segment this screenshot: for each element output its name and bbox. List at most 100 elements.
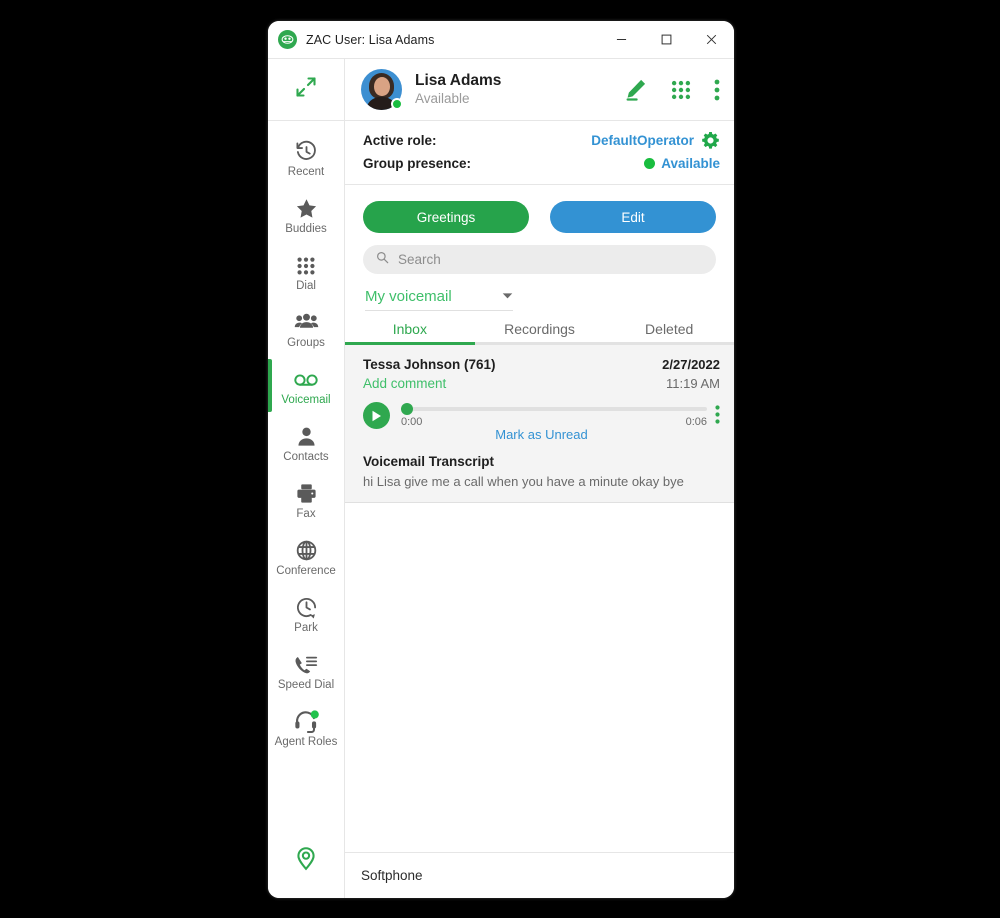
voicemail-transcript: Voicemail Transcript hi Lisa give me a c… [363, 454, 720, 490]
avatar[interactable] [361, 69, 403, 110]
status-footer: Softphone [345, 852, 734, 898]
sidebar-item-contacts[interactable]: Contacts [268, 414, 344, 471]
sidebar-item-speed-dial[interactable]: Speed Dial [268, 642, 344, 699]
minimize-button[interactable] [599, 21, 644, 59]
mark-as-unread-link[interactable]: Mark as Unread [363, 427, 720, 442]
transcript-text: hi Lisa give me a call when you have a m… [363, 474, 684, 489]
audio-progress-bar[interactable] [401, 403, 707, 415]
group-presence-label: Group presence: [363, 156, 472, 171]
audio-duration-time: 0:06 [685, 416, 707, 428]
zac-logo-icon [278, 30, 297, 49]
voicemail-icon [293, 365, 319, 391]
sidebar-footer [268, 845, 344, 898]
gear-icon[interactable] [701, 131, 720, 150]
edit-icon[interactable] [623, 77, 648, 102]
voicemail-tabs: Inbox Recordings Deleted [345, 321, 734, 345]
greetings-button[interactable]: Greetings [363, 201, 529, 233]
dialpad-icon[interactable] [670, 79, 692, 101]
sidebar-item-recent[interactable]: Recent [268, 129, 344, 186]
globe-icon [295, 536, 318, 562]
sidebar-item-buddies[interactable]: Buddies [268, 186, 344, 243]
person-icon [295, 422, 318, 448]
add-comment-link[interactable]: Add comment [363, 374, 496, 393]
voicemail-timestamp-block: 2/27/2022 11:19 AM [662, 355, 720, 393]
expand-arrows-icon[interactable] [294, 75, 318, 104]
sidebar-item-dial[interactable]: Dial [268, 243, 344, 300]
mailbox-selected-label: My voicemail [365, 287, 452, 305]
user-header: Lisa Adams Available [345, 59, 734, 121]
active-role-label: Active role: [363, 133, 437, 148]
softphone-label[interactable]: Softphone [361, 868, 423, 883]
people-group-icon [294, 308, 319, 334]
action-buttons: Greetings Edit [345, 185, 734, 233]
tabs-active-indicator [345, 342, 475, 345]
dialpad-icon [295, 251, 317, 277]
sidebar-item-label: Conference [276, 565, 336, 577]
user-name: Lisa Adams [415, 72, 502, 89]
sidebar-item-label: Dial [296, 280, 316, 292]
headset-icon [294, 707, 319, 733]
sidebar-expand-area [268, 59, 344, 121]
sidebar-item-label: Buddies [285, 223, 327, 235]
park-clock-icon [295, 593, 318, 619]
printer-fax-icon [295, 479, 318, 505]
search-input[interactable] [398, 252, 703, 267]
chevron-down-icon [502, 287, 513, 305]
voicemail-item[interactable]: Tessa Johnson (761) Add comment 2/27/202… [345, 345, 734, 503]
voicemail-time: 11:19 AM [666, 376, 720, 391]
active-role-row: Active role: DefaultOperator [363, 129, 720, 152]
sidebar-item-label: Agent Roles [274, 736, 338, 748]
audio-track-area: 0:00 0:06 [401, 402, 707, 428]
main-panel: Lisa Adams Available Active role: Defaul… [345, 59, 734, 898]
transcript-title: Voicemail Transcript [363, 454, 495, 469]
audio-progress-knob[interactable] [401, 403, 413, 415]
sidebar-item-groups[interactable]: Groups [268, 300, 344, 357]
voicemail-sender: Tessa Johnson (761) [363, 357, 496, 372]
search-area [345, 233, 734, 274]
voicemail-date: 2/27/2022 [662, 357, 720, 372]
search-icon [376, 251, 389, 269]
header-actions [623, 77, 720, 102]
presence-dot-icon [644, 158, 656, 169]
role-block: Active role: DefaultOperator Group prese… [345, 121, 734, 185]
sidebar-item-conference[interactable]: Conference [268, 528, 344, 585]
maximize-button[interactable] [644, 21, 689, 59]
zac-application-window: ZAC User: Lisa Adams Recent Buddies Dial… [268, 21, 734, 898]
sidebar-item-label: Voicemail [281, 394, 331, 406]
sidebar-item-label: Park [294, 622, 318, 634]
sidebar-item-label: Speed Dial [277, 679, 335, 691]
user-status: Available [415, 91, 470, 106]
audio-elapsed-time: 0:00 [401, 416, 423, 428]
play-icon[interactable] [363, 402, 390, 429]
window-body: Recent Buddies Dial Groups Voicemail Con… [268, 59, 734, 898]
star-icon [295, 194, 318, 220]
voicemail-sender-block: Tessa Johnson (761) Add comment [363, 355, 496, 393]
sidebar-item-label: Fax [296, 508, 316, 520]
overflow-menu-icon[interactable] [715, 402, 720, 429]
sidebar-item-label: Contacts [283, 451, 329, 463]
active-role-value[interactable]: DefaultOperator [591, 133, 694, 148]
location-pin-icon[interactable] [293, 845, 319, 876]
search-box[interactable] [363, 245, 716, 274]
window-controls [599, 21, 734, 59]
overflow-menu-icon[interactable] [714, 79, 720, 101]
window-title: ZAC User: Lisa Adams [306, 32, 435, 47]
speed-dial-icon [294, 650, 318, 676]
sidebar-nav-list: Recent Buddies Dial Groups Voicemail Con… [268, 121, 344, 756]
sidebar-item-agent-roles[interactable]: Agent Roles [268, 699, 344, 756]
mailbox-select[interactable]: My voicemail [365, 287, 513, 311]
close-button[interactable] [689, 21, 734, 59]
group-presence-row: Group presence: Available [363, 152, 720, 175]
edit-button[interactable]: Edit [550, 201, 716, 233]
sidebar-item-park[interactable]: Park [268, 585, 344, 642]
clock-history-icon [295, 137, 318, 163]
title-bar: ZAC User: Lisa Adams [268, 21, 734, 59]
left-sidebar: Recent Buddies Dial Groups Voicemail Con… [268, 59, 345, 898]
sidebar-item-label: Groups [287, 337, 325, 349]
user-meta: Lisa Adams Available [415, 71, 501, 108]
sidebar-item-voicemail[interactable]: Voicemail [268, 357, 344, 414]
sidebar-item-fax[interactable]: Fax [268, 471, 344, 528]
status-badge [391, 98, 403, 110]
audio-player: 0:00 0:06 [363, 402, 720, 429]
group-presence-value[interactable]: Available [644, 156, 720, 171]
